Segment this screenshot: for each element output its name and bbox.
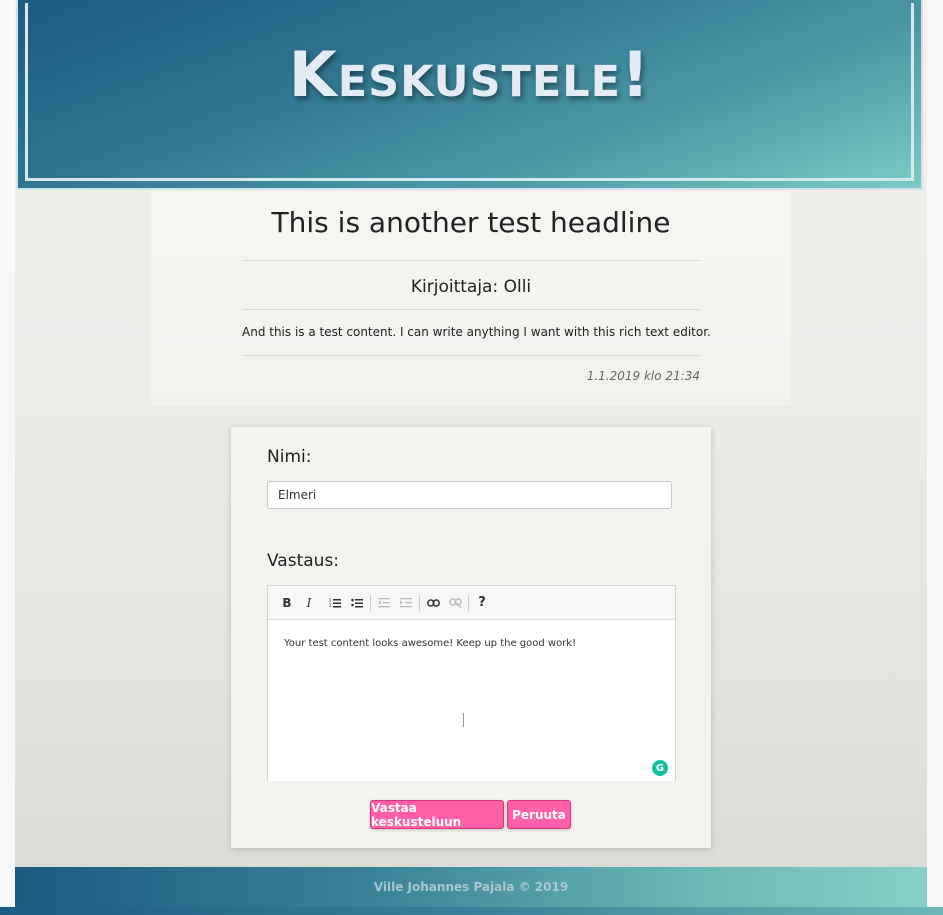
divider [242,260,700,261]
svg-text:2: 2 [329,603,332,608]
toolbar-separator [468,594,469,611]
italic-button[interactable]: I [298,592,320,614]
page-margin-left [0,0,15,915]
name-input[interactable] [267,481,672,509]
toolbar-separator [419,594,420,611]
bottom-strip [0,907,943,915]
outdent-icon[interactable] [373,592,395,614]
post-author: Kirjoittaja: Olli [410,277,532,297]
submit-reply-button[interactable]: Vastaa keskusteluun [370,800,504,829]
post-content: And this is a test content. I can write … [242,325,711,339]
editor-content[interactable]: Your test content looks awesome! Keep up… [268,620,675,667]
toolbar-separator [370,594,371,611]
reply-label: Vastaus: [267,551,340,571]
unlink-icon[interactable] [444,592,466,614]
name-label: Nimi: [267,447,312,467]
help-button[interactable]: ? [471,592,493,614]
editor-toolbar: B I 12 ? [268,586,675,620]
site-title[interactable]: Keskustele! [18,38,921,111]
cancel-button[interactable]: Peruuta [507,800,571,829]
rich-text-editor[interactable]: B I 12 ? Your test content looks awesome… [267,585,676,781]
page-margin-right [927,0,943,915]
link-icon[interactable] [422,592,444,614]
post-title: This is another test headline [271,206,671,239]
post-card: This is another test headline Kirjoittaj… [151,191,791,406]
indent-icon[interactable] [395,592,417,614]
bullet-list-icon[interactable] [346,592,368,614]
site-header: Keskustele! [18,0,921,188]
bold-button[interactable]: B [276,592,298,614]
text-cursor [463,713,464,727]
site-footer: Ville Johannes Pajala © 2019 [15,867,927,907]
post-date: 1.1.2019 klo 21:34 [586,369,700,383]
grammarly-icon[interactable]: G [652,760,668,776]
ordered-list-icon[interactable]: 12 [324,592,346,614]
divider [242,309,700,310]
reply-form: Nimi: Vastaus: B I 12 [231,427,711,848]
divider [242,355,700,356]
